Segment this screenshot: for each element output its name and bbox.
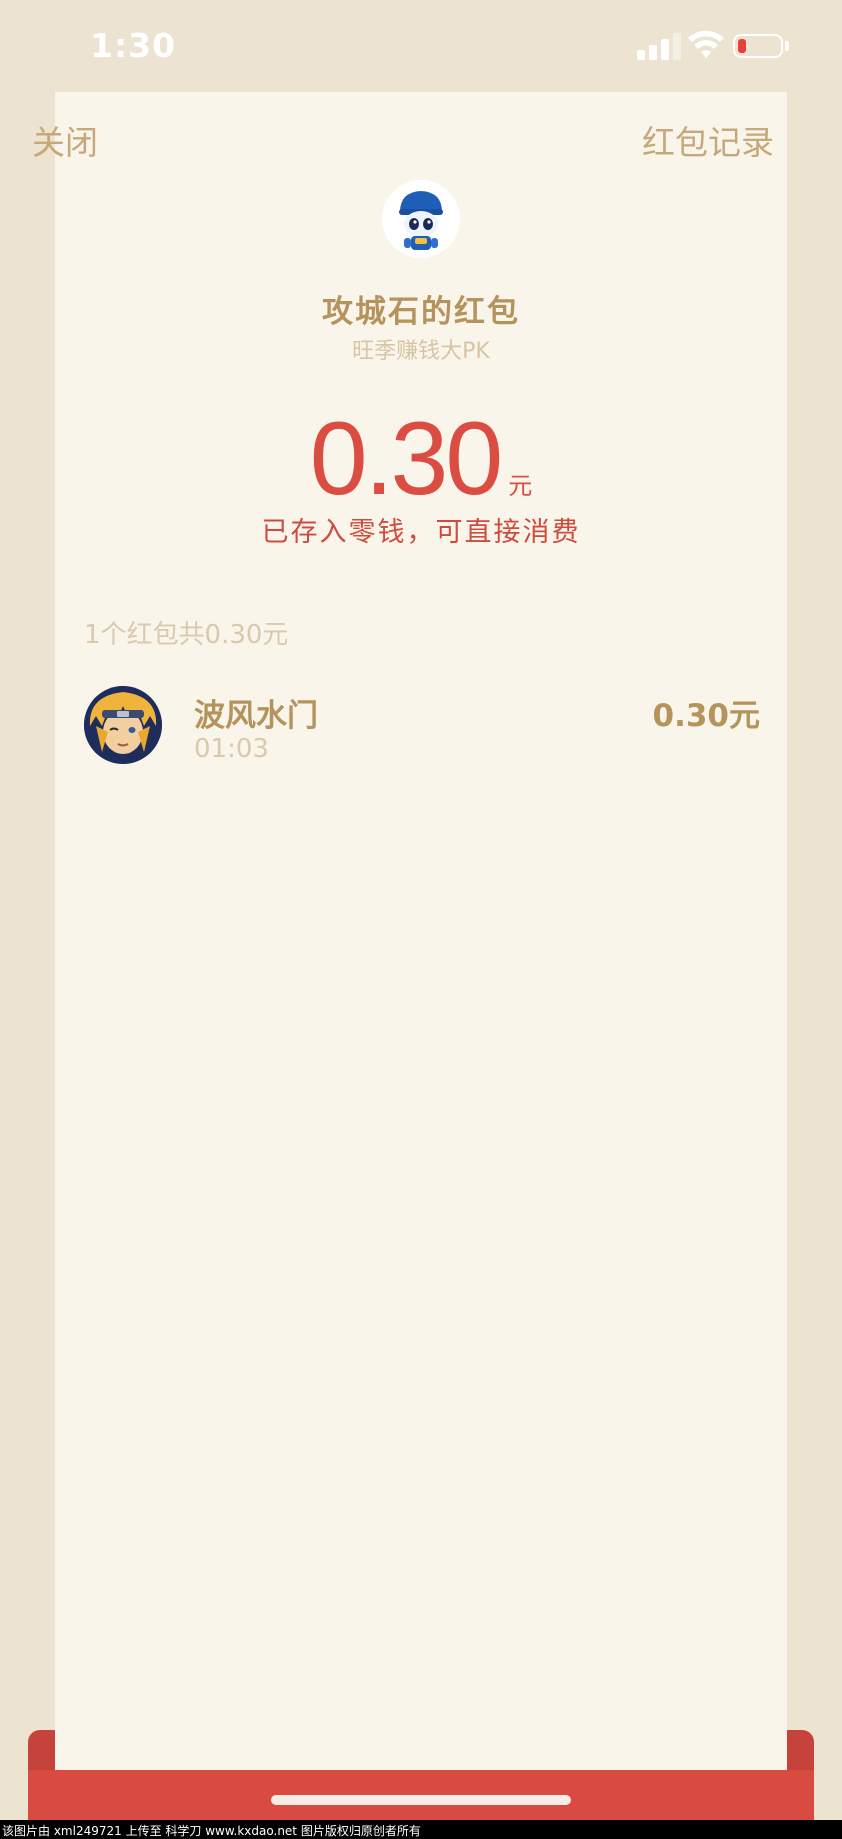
recipient-amount: 0.30元 xyxy=(652,698,761,734)
status-time: 1:30 xyxy=(90,26,177,65)
anime-character-avatar-icon xyxy=(84,686,162,764)
deposit-note-link[interactable]: 已存入零钱，可直接消费 xyxy=(0,510,842,549)
amount-display: 0.30 元 xyxy=(0,400,842,519)
amount-value: 0.30 xyxy=(309,401,503,517)
status-bar: 1:30 xyxy=(0,0,842,94)
recipient-row[interactable]: 波风水门 01:03 0.30元 xyxy=(84,686,760,766)
sender-avatar[interactable] xyxy=(382,180,460,258)
home-indicator[interactable] xyxy=(271,1795,571,1805)
recipient-time: 01:03 xyxy=(194,734,269,764)
envelope-greeting: 旺季赚钱大PK xyxy=(352,339,490,364)
packet-summary: 1个红包共0.30元 xyxy=(84,620,289,650)
robot-mascot-icon xyxy=(382,180,460,258)
watermark-text: 该图片由 xml249721 上传至 科学刀 www.kxdao.net 图片版… xyxy=(2,1824,421,1838)
close-button[interactable]: 关闭 xyxy=(32,116,98,164)
amount-unit: 元 xyxy=(508,472,533,500)
red-packet-records-link[interactable]: 红包记录 xyxy=(642,116,774,164)
wifi-icon xyxy=(688,30,724,58)
cellular-signal-icon xyxy=(637,32,681,60)
recipient-name: 波风水门 xyxy=(194,698,318,734)
battery-low-icon xyxy=(733,34,783,58)
recipient-avatar[interactable] xyxy=(84,686,162,764)
sender-title: 攻城石的红包 xyxy=(322,294,520,330)
